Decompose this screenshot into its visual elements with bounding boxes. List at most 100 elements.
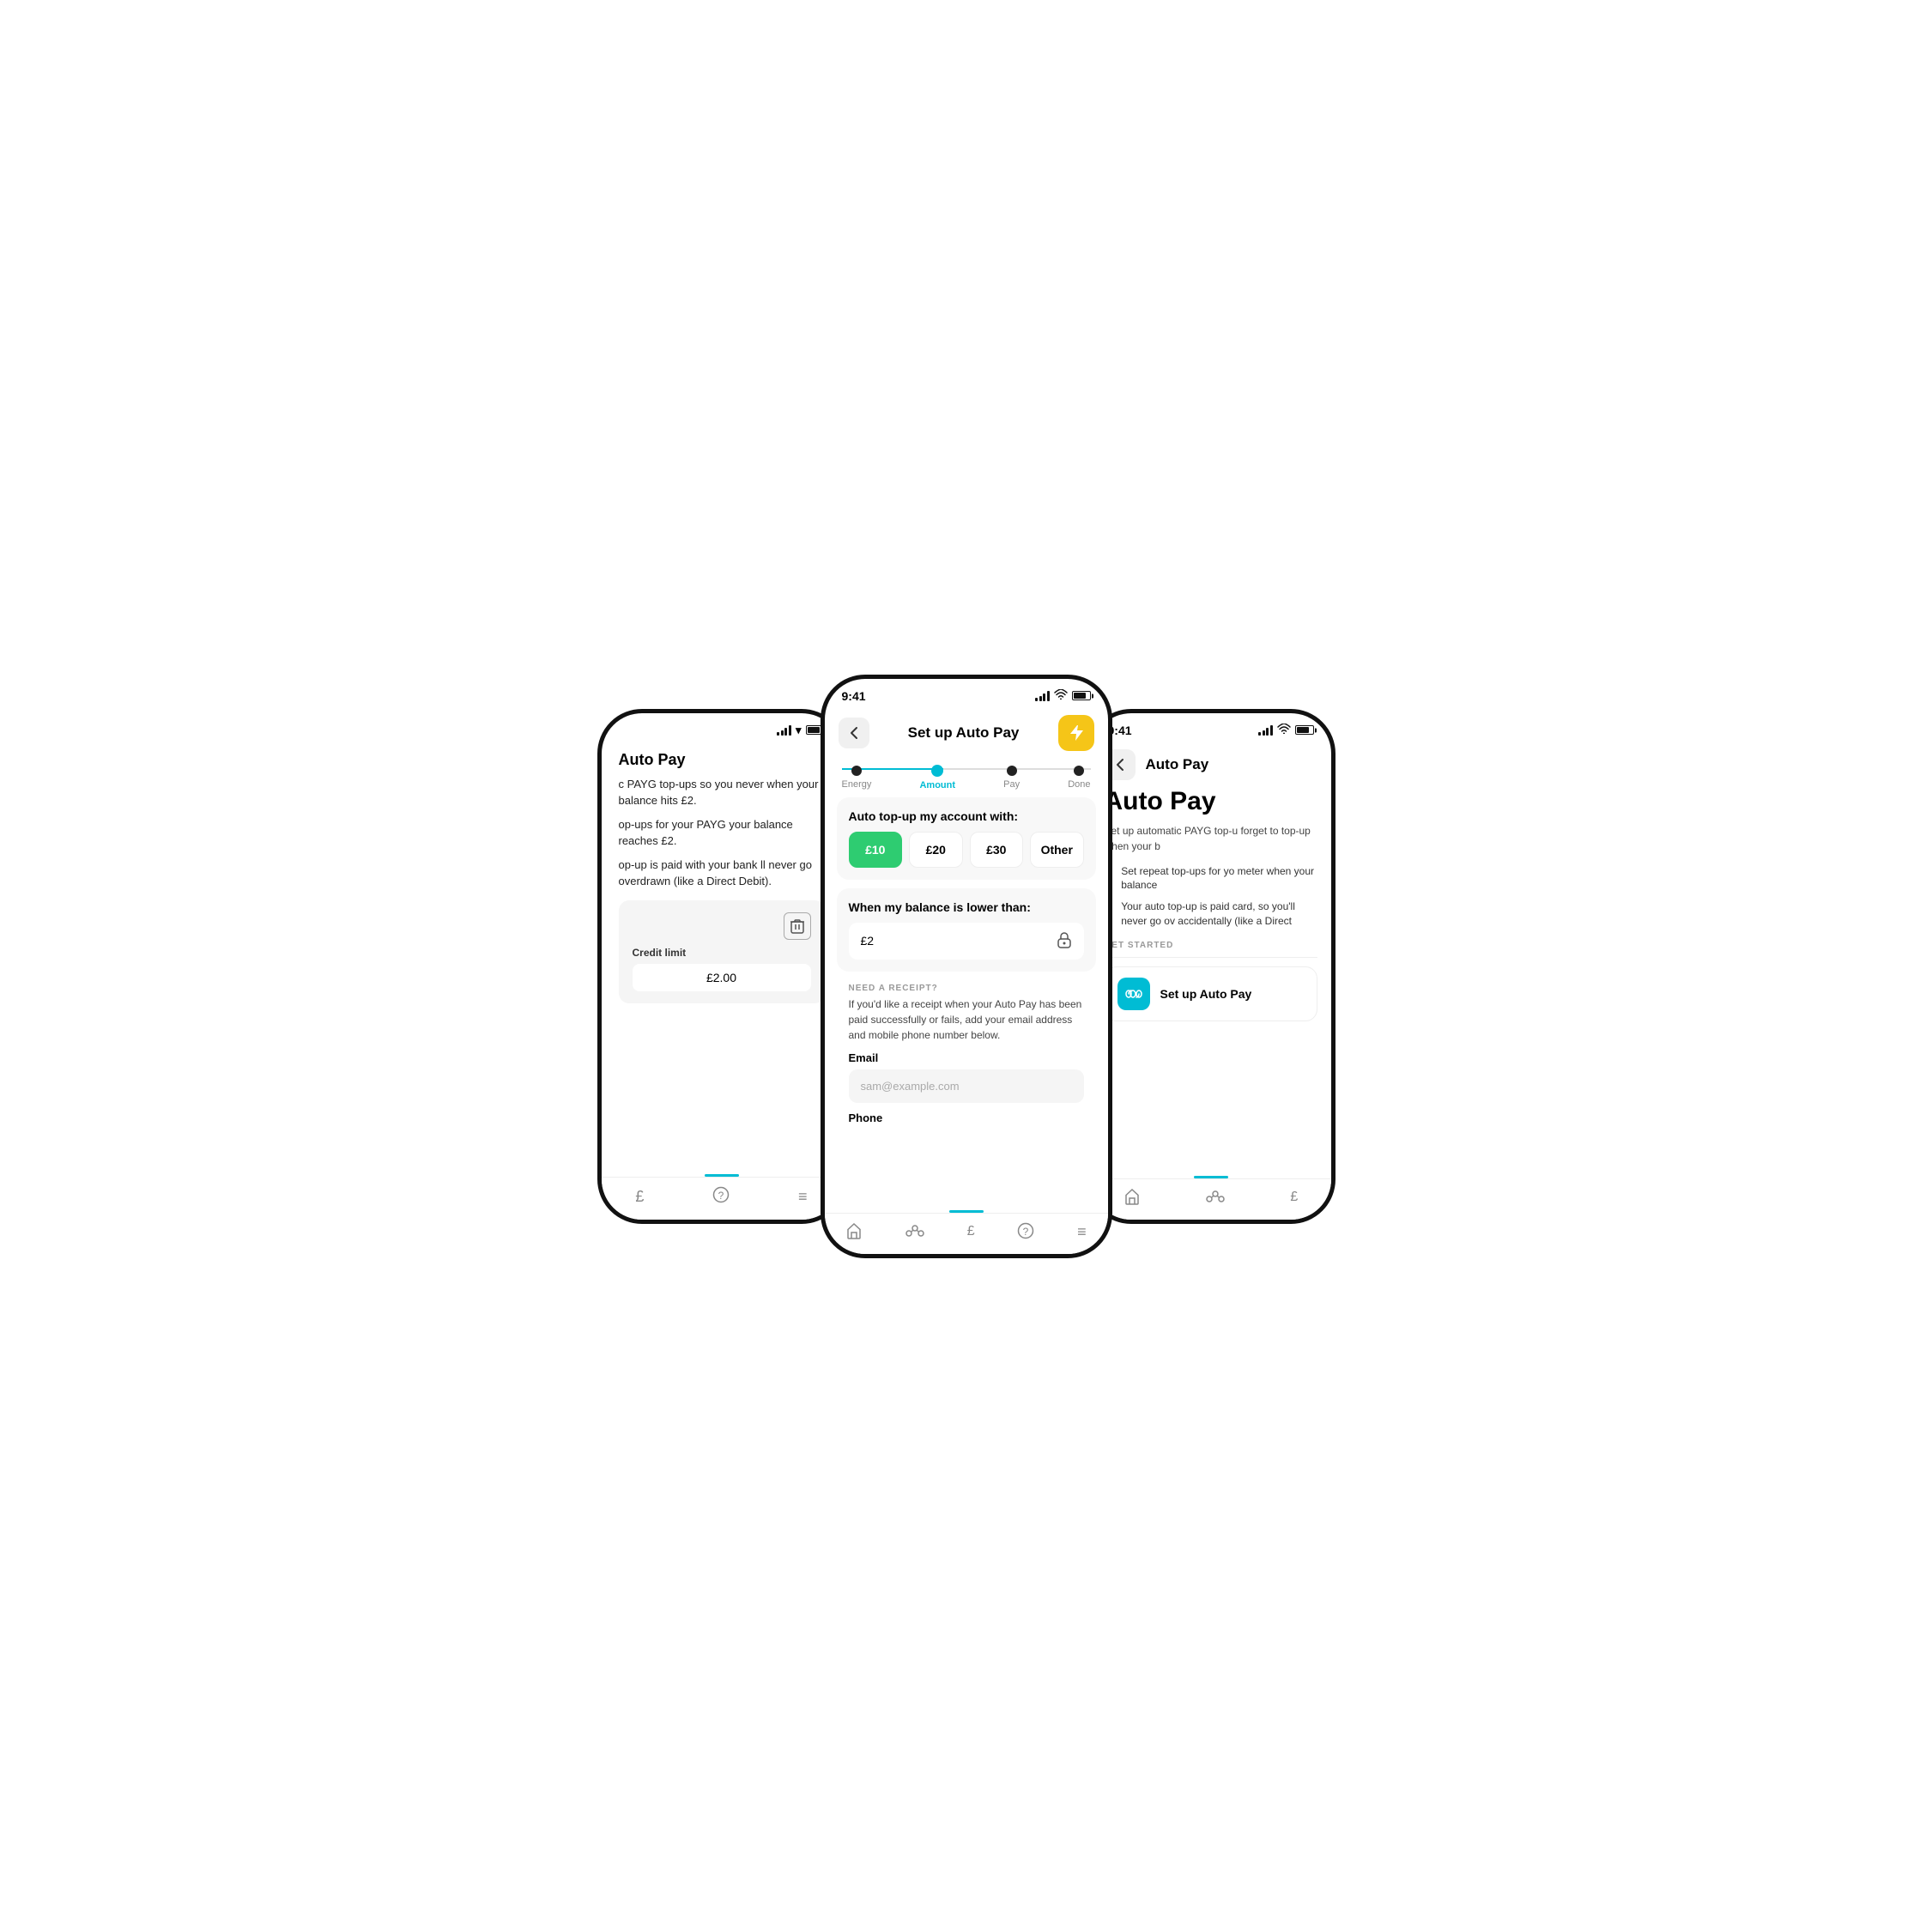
amount-other-button[interactable]: Other — [1030, 832, 1084, 868]
help-icon: ? — [712, 1186, 730, 1208]
back-button[interactable] — [839, 718, 869, 748]
check-text-2: Your auto top-up is paid card, so you'll… — [1121, 899, 1317, 929]
setup-autopay-button[interactable]: Set up Auto Pay — [1105, 966, 1317, 1021]
amount-20-button[interactable]: £20 — [909, 832, 963, 868]
topup-title: Auto top-up my account with: — [849, 809, 1084, 823]
step-dot-pay — [1007, 766, 1017, 776]
center-nav-payments[interactable]: £ — [967, 1224, 975, 1239]
amount-10-button[interactable]: £10 — [849, 832, 903, 868]
right-nav-home[interactable] — [1123, 1188, 1141, 1208]
center-nav-home[interactable] — [845, 1222, 863, 1242]
email-label: Email — [849, 1051, 1084, 1064]
topup-card: Auto top-up my account with: £10 £20 £30… — [837, 797, 1096, 880]
check-item-2: ✓ Your auto top-up is paid card, so you'… — [1105, 899, 1317, 929]
phone-label: Phone — [849, 1111, 1084, 1124]
trash-icon[interactable] — [784, 912, 811, 940]
center-nav: £ ? ≡ — [825, 1210, 1108, 1254]
step-amount: Amount — [919, 765, 955, 790]
center-scroll: Auto top-up my account with: £10 £20 £30… — [825, 794, 1108, 1146]
right-big-title: Auto Pay — [1105, 787, 1317, 816]
email-input[interactable]: sam@example.com — [849, 1069, 1084, 1103]
divider — [1105, 957, 1317, 958]
center-battery-icon — [1072, 691, 1091, 700]
right-status-bar: 9:41 — [1091, 713, 1331, 742]
center-help-icon: ? — [1017, 1222, 1034, 1242]
center-status-icons — [1035, 689, 1091, 702]
center-nav-bar: £ ? ≡ — [825, 1213, 1108, 1254]
step-pay: Pay — [1003, 766, 1020, 790]
check-item-1: ✓ Set repeat top-ups for yo meter when y… — [1105, 864, 1317, 893]
right-title: Auto Pay — [1146, 756, 1209, 773]
setup-autopay-label: Set up Auto Pay — [1160, 987, 1252, 1001]
left-status-icons: ▾ — [777, 724, 824, 737]
right-phone: 9:41 — [1087, 709, 1335, 1224]
center-wifi-icon — [1054, 689, 1068, 702]
wifi-icon: ▾ — [796, 724, 802, 737]
balance-title: When my balance is lower than: — [849, 900, 1084, 914]
balance-input[interactable]: £2 — [849, 923, 1084, 960]
nav-item-payments[interactable]: £ — [635, 1188, 644, 1206]
step-label-amount: Amount — [919, 780, 955, 790]
center-title: Set up Auto Pay — [908, 724, 1020, 742]
step-label-pay: Pay — [1003, 779, 1020, 790]
center-phone: 9:41 — [821, 675, 1112, 1258]
payments-icon: £ — [635, 1188, 644, 1206]
right-nav-payments[interactable]: £ — [1290, 1190, 1298, 1205]
svg-text:?: ? — [718, 1190, 724, 1202]
center-nav-usage[interactable] — [905, 1225, 924, 1239]
center-header: Set up Auto Pay — [825, 708, 1108, 758]
infinity-icon — [1117, 978, 1150, 1010]
signal-icon — [777, 725, 791, 736]
center-menu-icon: ≡ — [1077, 1223, 1087, 1241]
left-desc3: op-up is paid with your bank ll never go… — [619, 857, 825, 890]
receipt-section: NEED A RECEIPT? If you'd like a receipt … — [837, 980, 1096, 1135]
stepper: Energy Amount Pay Done — [825, 758, 1108, 794]
left-nav: £ ? ≡ — [602, 1174, 842, 1220]
right-body: Auto Pay Set up automatic PAYG top-u for… — [1091, 787, 1331, 1021]
left-phone: ▾ Auto Pay c PAYG top-ups so you never w… — [597, 709, 846, 1224]
center-nav-menu[interactable]: ≡ — [1077, 1223, 1087, 1241]
step-dot-done — [1074, 766, 1084, 776]
right-home-icon — [1123, 1188, 1141, 1208]
nav-item-menu[interactable]: ≡ — [798, 1188, 808, 1206]
balance-card: When my balance is lower than: £2 — [837, 888, 1096, 972]
center-nav-help[interactable]: ? — [1017, 1222, 1034, 1242]
step-done: Done — [1068, 766, 1090, 790]
center-signal-icon — [1035, 691, 1050, 701]
right-payments-icon: £ — [1290, 1190, 1298, 1205]
step-dot-amount — [931, 765, 943, 777]
right-status-icons — [1258, 724, 1314, 736]
left-desc1: c PAYG top-ups so you never when your ba… — [619, 776, 825, 809]
nav-item-help[interactable]: ? — [712, 1186, 730, 1208]
center-time: 9:41 — [842, 689, 866, 703]
right-signal-icon — [1258, 725, 1273, 736]
right-nav-bar: £ — [1091, 1178, 1331, 1220]
left-status-bar: ▾ — [602, 713, 842, 742]
right-nav-usage[interactable] — [1206, 1190, 1225, 1205]
scene: ▾ Auto Pay c PAYG top-ups so you never w… — [494, 675, 1438, 1258]
left-title: Auto Pay — [602, 742, 842, 776]
check-text-1: Set repeat top-ups for yo meter when you… — [1121, 864, 1317, 893]
right-wifi-icon — [1277, 724, 1291, 736]
amount-row: £10 £20 £30 Other — [849, 832, 1084, 868]
svg-text:?: ? — [1023, 1226, 1029, 1238]
center-status-bar: 9:41 — [825, 679, 1108, 708]
right-header: Auto Pay — [1091, 742, 1331, 787]
credit-label: Credit limit — [633, 947, 811, 959]
step-label-done: Done — [1068, 779, 1090, 790]
get-started-label: GET STARTED — [1105, 941, 1317, 950]
receipt-label: NEED A RECEIPT? — [849, 984, 1084, 993]
amount-30-button[interactable]: £30 — [970, 832, 1024, 868]
credit-card: Credit limit £2.00 — [619, 900, 825, 1003]
center-payments-icon: £ — [967, 1224, 975, 1239]
right-usage-icon — [1206, 1190, 1225, 1205]
bolt-button[interactable] — [1058, 715, 1094, 751]
right-nav: £ — [1091, 1176, 1331, 1220]
usage-icon — [905, 1225, 924, 1239]
menu-icon: ≡ — [798, 1188, 808, 1206]
right-desc: Set up automatic PAYG top-u forget to to… — [1105, 823, 1317, 854]
left-nav-bar: £ ? ≡ — [602, 1177, 842, 1220]
left-desc2: op-ups for your PAYG your balance reache… — [619, 816, 825, 850]
right-battery-icon — [1295, 725, 1314, 735]
step-energy: Energy — [842, 766, 872, 790]
